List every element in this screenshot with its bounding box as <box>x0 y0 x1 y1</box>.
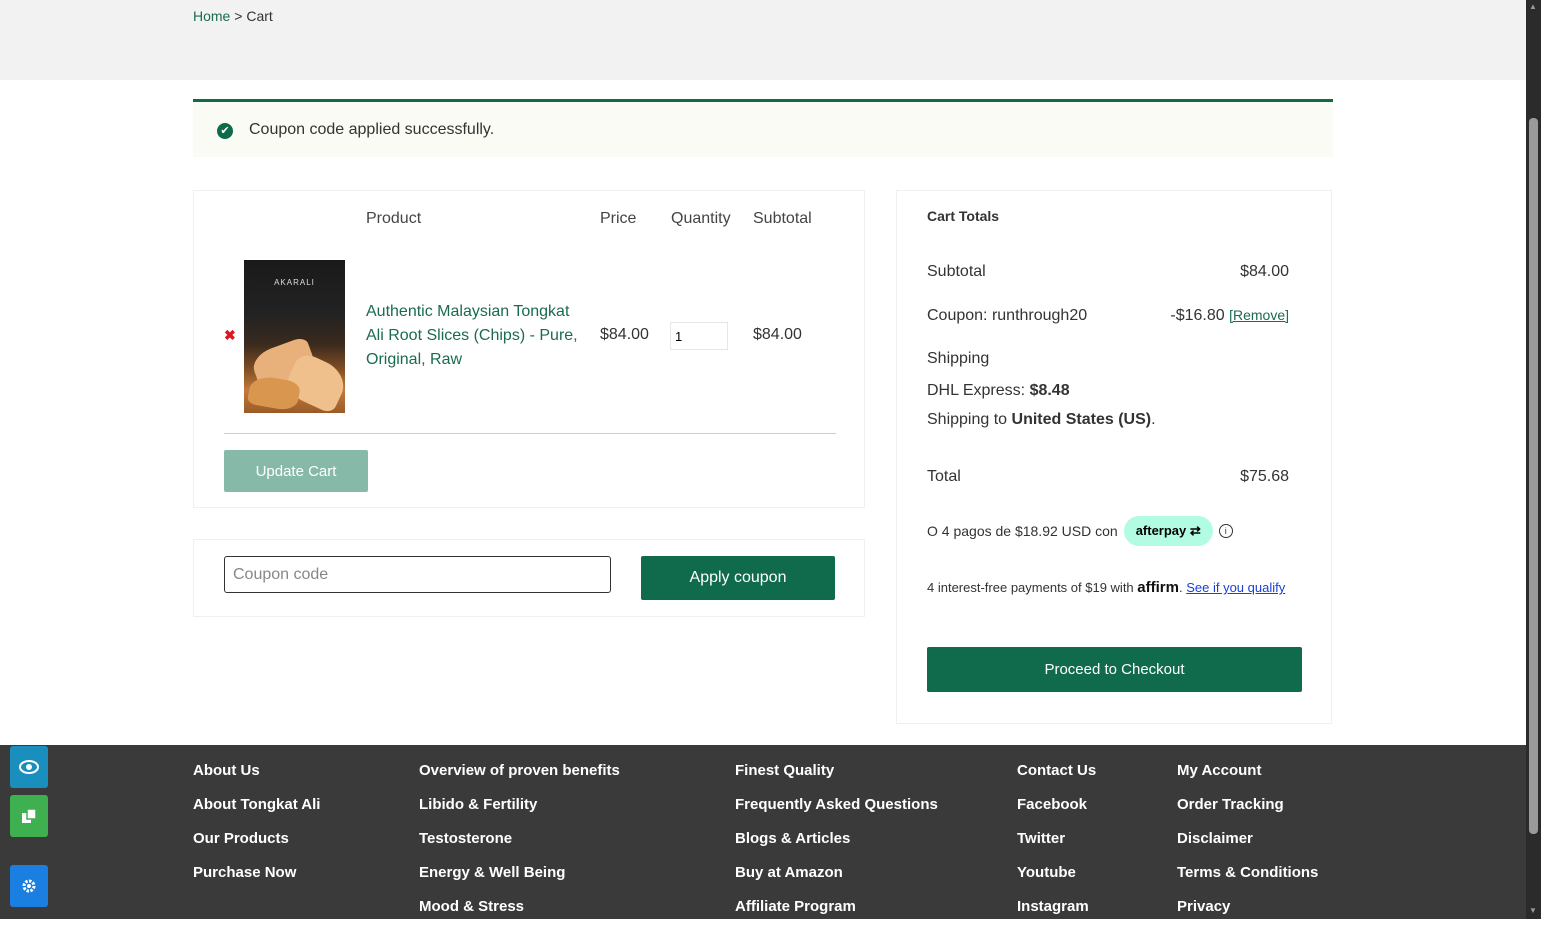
footer-link[interactable]: Disclaimer <box>1177 830 1318 864</box>
coupon-section: Apply coupon <box>193 539 865 617</box>
page-scrollbar[interactable]: ▲ ▼ <box>1526 0 1541 919</box>
footer-column-3: Finest Quality Frequently Asked Question… <box>735 762 938 932</box>
update-cart-button[interactable]: Update Cart <box>224 450 368 492</box>
shipping-method-name: DHL Express: <box>927 382 1026 399</box>
footer-column-1: About Us About Tongkat Ali Our Products … <box>193 762 320 898</box>
afterpay-logo[interactable]: afterpay ⇄ <box>1123 516 1213 546</box>
footer-link[interactable]: Finest Quality <box>735 762 938 796</box>
notice-message: Coupon code applied successfully. <box>249 121 495 138</box>
eye-icon[interactable] <box>10 746 48 788</box>
footer: About Us About Tongkat Ali Our Products … <box>0 745 1526 919</box>
coupon-label: Coupon: runthrough20 <box>927 307 1088 324</box>
top-banner: Home > Cart <box>0 0 1526 80</box>
header-quantity: Quantity <box>671 210 731 227</box>
check-circle-icon: ✔ <box>217 123 233 139</box>
gear-icon[interactable] <box>10 865 48 907</box>
copy-icon[interactable] <box>10 795 48 837</box>
footer-column-4: Contact Us Facebook Twitter Youtube Inst… <box>1017 762 1096 932</box>
item-subtotal: $84.00 <box>753 326 802 343</box>
footer-link[interactable]: Facebook <box>1017 796 1096 830</box>
footer-column-2: Overview of proven benefits Libido & Fer… <box>419 762 620 932</box>
apply-coupon-button[interactable]: Apply coupon <box>641 556 835 600</box>
footer-link[interactable]: Energy & Well Being <box>419 864 620 898</box>
header-product: Product <box>366 210 422 227</box>
breadcrumb-separator: > <box>234 8 243 24</box>
footer-link[interactable]: Libido & Fertility <box>419 796 620 830</box>
divider <box>224 433 836 434</box>
product-name-link[interactable]: Authentic Malaysian Tongkat Ali Root Sli… <box>366 300 586 372</box>
product-thumbnail[interactable]: AKARALI <box>244 260 345 413</box>
footer-link[interactable]: Affiliate Program <box>735 898 938 932</box>
scrollbar-thumb[interactable] <box>1529 118 1538 834</box>
subtotal-label: Subtotal <box>927 263 986 280</box>
remove-coupon-link[interactable]: [Remove] <box>1229 307 1289 323</box>
info-icon[interactable]: i <box>1218 524 1233 538</box>
shipping-label: Shipping <box>927 350 990 367</box>
footer-link[interactable]: Youtube <box>1017 864 1096 898</box>
footer-link[interactable]: Privacy <box>1177 898 1318 932</box>
scroll-down-icon[interactable]: ▼ <box>1529 906 1537 915</box>
thumbnail-brand: AKARALI <box>274 278 315 287</box>
cart-totals: Cart Totals Subtotal $84.00 Coupon: runt… <box>896 190 1332 724</box>
breadcrumb-current: Cart <box>246 8 273 24</box>
footer-link[interactable]: Twitter <box>1017 830 1096 864</box>
proceed-to-checkout-button[interactable]: Proceed to Checkout <box>927 647 1302 692</box>
shipping-destination: Shipping to United States (US). <box>927 411 1156 428</box>
total-label: Total <box>927 468 961 485</box>
footer-link[interactable]: About Us <box>193 762 320 796</box>
footer-link[interactable]: Our Products <box>193 830 320 864</box>
footer-link[interactable]: Purchase Now <box>193 864 320 898</box>
coupon-success-notice: ✔ Coupon code applied successfully. <box>193 99 1333 157</box>
quantity-input[interactable] <box>670 322 728 350</box>
affirm-logo: affirm <box>1137 579 1179 596</box>
coupon-value-group: -$16.80 [Remove] <box>1170 307 1289 325</box>
footer-link[interactable]: Frequently Asked Questions <box>735 796 938 830</box>
cart-totals-title: Cart Totals <box>927 208 1000 224</box>
shipping-country: United States (US) <box>1011 411 1152 428</box>
cart-table: Product Price Quantity Subtotal ✖ AKARAL… <box>193 190 865 508</box>
footer-link[interactable]: My Account <box>1177 762 1318 796</box>
footer-link[interactable]: About Tongkat Ali <box>193 796 320 830</box>
footer-link[interactable]: Order Tracking <box>1177 796 1318 830</box>
footer-link[interactable]: Terms & Conditions <box>1177 864 1318 898</box>
affirm-message: 4 interest-free payments of $19 with aff… <box>927 579 1286 596</box>
coupon-code-input[interactable] <box>224 556 611 593</box>
header-price: Price <box>600 210 637 227</box>
shipping-method: DHL Express: $8.48 <box>927 382 1070 400</box>
remove-item-icon[interactable]: ✖ <box>224 327 236 344</box>
footer-link[interactable]: Contact Us <box>1017 762 1096 796</box>
affirm-text: 4 interest-free payments of $19 with <box>927 580 1134 595</box>
shipping-to-label: Shipping to <box>927 411 1008 428</box>
footer-link[interactable]: Testosterone <box>419 830 620 864</box>
affirm-qualify-link[interactable]: See if you qualify <box>1186 580 1285 595</box>
scroll-up-icon[interactable]: ▲ <box>1529 2 1537 11</box>
afterpay-message: O 4 pagos de $18.92 USD con afterpay ⇄ i <box>927 516 1233 546</box>
shipping-cost: $8.48 <box>1029 382 1070 399</box>
breadcrumb-home-link[interactable]: Home <box>193 8 230 24</box>
footer-link[interactable]: Buy at Amazon <box>735 864 938 898</box>
footer-column-5: My Account Order Tracking Disclaimer Ter… <box>1177 762 1318 932</box>
total-value: $75.68 <box>1240 468 1289 485</box>
item-price: $84.00 <box>600 326 649 343</box>
footer-link[interactable]: Instagram <box>1017 898 1096 932</box>
subtotal-value: $84.00 <box>1240 263 1289 280</box>
footer-link[interactable]: Mood & Stress <box>419 898 620 932</box>
footer-link[interactable]: Overview of proven benefits <box>419 762 620 796</box>
coupon-discount: -$16.80 <box>1170 307 1225 324</box>
footer-link[interactable]: Blogs & Articles <box>735 830 938 864</box>
afterpay-text: O 4 pagos de $18.92 USD con <box>927 523 1118 539</box>
breadcrumb: Home > Cart <box>193 8 273 24</box>
header-subtotal: Subtotal <box>753 210 812 227</box>
